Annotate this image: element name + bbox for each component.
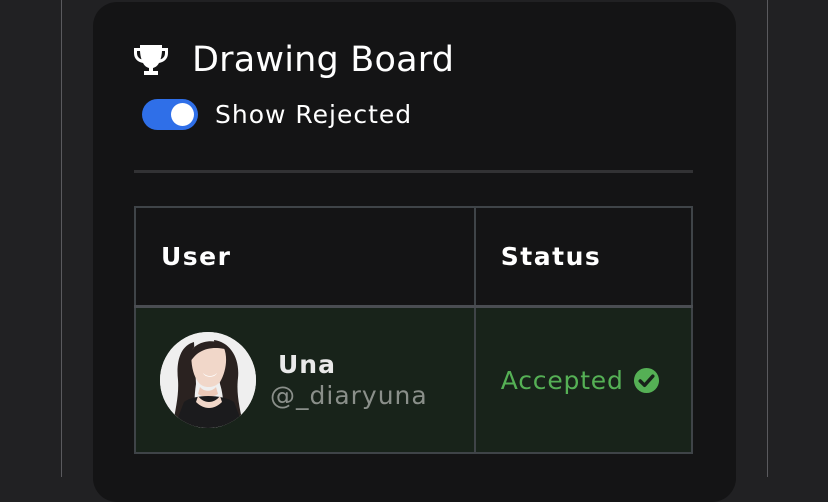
submissions-table: User Status Una @_diaryuna Accepted	[134, 206, 694, 454]
table-row: Una @_diaryuna Accepted	[134, 305, 694, 454]
avatar[interactable]	[160, 332, 256, 428]
card-title: Drawing Board	[192, 40, 455, 80]
toggle-knob	[171, 102, 194, 126]
show-rejected-row: Show Rejected	[142, 96, 412, 132]
frame-left-border	[61, 0, 62, 477]
trophy-icon	[133, 41, 171, 79]
check-circle-icon	[633, 367, 659, 393]
drawing-board-card: Drawing Board Show Rejected User Status	[93, 2, 736, 502]
frame-right-border	[767, 0, 768, 477]
header-user: User	[134, 206, 476, 308]
status-badge: Accepted	[500, 365, 624, 395]
status-cell: Accepted	[473, 305, 694, 454]
user-handle: @_diaryuna	[270, 381, 428, 410]
table-header-row: User Status	[134, 206, 694, 308]
divider	[134, 170, 693, 173]
header-status: Status	[473, 206, 694, 308]
card-header: Drawing Board	[133, 38, 454, 82]
show-rejected-label: Show Rejected	[215, 99, 413, 129]
show-rejected-toggle[interactable]	[142, 98, 198, 130]
user-cell: Una @_diaryuna	[134, 305, 476, 454]
user-name: Una	[278, 350, 336, 379]
